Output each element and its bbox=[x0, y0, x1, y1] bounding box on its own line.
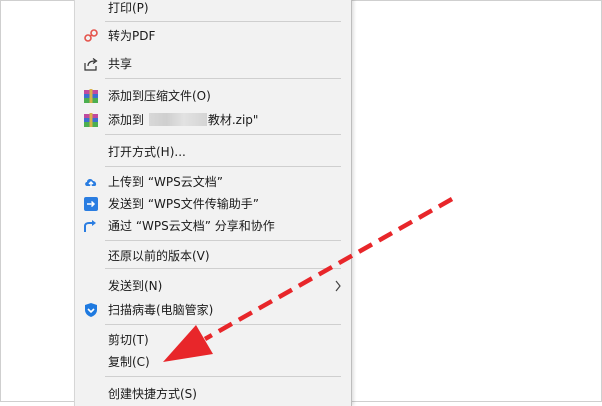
redacted-filename bbox=[148, 113, 207, 126]
menu-item-label: 打开方式(H)... bbox=[108, 145, 186, 159]
menu-item-label: 上传到 “WPS云文档” bbox=[108, 175, 223, 189]
menu-separator bbox=[105, 134, 341, 135]
menu-item-add-archive[interactable]: 添加到压缩文件(O) bbox=[75, 84, 351, 108]
menu-separator bbox=[105, 324, 341, 325]
menu-item-add-to-zip[interactable]: 添加到 教材.zip" bbox=[75, 108, 351, 132]
menu-separator bbox=[105, 166, 341, 167]
menu-separator bbox=[105, 240, 341, 241]
menu-item-label: 复制(C) bbox=[108, 355, 150, 369]
menu-item-label: 剪切(T) bbox=[108, 333, 149, 347]
menu-separator bbox=[105, 376, 341, 377]
shield-icon bbox=[85, 303, 97, 317]
chevron-right-icon bbox=[335, 280, 341, 292]
menu-separator bbox=[105, 78, 341, 79]
menu-item-label: 添加到 教材.zip" bbox=[108, 113, 259, 127]
menu-item-label: 创建快捷方式(S) bbox=[108, 387, 197, 401]
menu-item-send-wps-helper[interactable]: 发送到 “WPS文件传输助手” bbox=[75, 192, 351, 216]
menu-item-open-with[interactable]: 打开方式(H)... bbox=[75, 140, 351, 164]
menu-separator bbox=[105, 268, 341, 269]
menu-item-label: 添加到压缩文件(O) bbox=[108, 89, 211, 103]
menu-item-to-pdf[interactable]: 转为PDF bbox=[75, 24, 351, 48]
menu-item-label: 发送到 “WPS文件传输助手” bbox=[108, 197, 259, 211]
menu-item-label: 扫描病毒(电脑管家) bbox=[108, 303, 214, 317]
menu-item-label: 转为PDF bbox=[108, 29, 156, 43]
send-to-icon bbox=[84, 197, 98, 211]
menu-item-label: 发送到(N) bbox=[108, 279, 163, 293]
menu-item-print[interactable]: 打印(P) bbox=[75, 0, 351, 20]
menu-item-upload-wps[interactable]: 上传到 “WPS云文档” bbox=[75, 170, 351, 194]
archive-icon bbox=[84, 89, 98, 103]
menu-item-share[interactable]: 共享 bbox=[75, 52, 351, 76]
cloud-upload-icon bbox=[85, 179, 97, 188]
menu-item-scan-virus[interactable]: 扫描病毒(电脑管家) bbox=[75, 298, 351, 322]
menu-item-share-wps[interactable]: 通过 “WPS云文档” 分享和协作 bbox=[75, 214, 351, 238]
archive-icon bbox=[84, 113, 98, 127]
menu-item-label: 还原以前的版本(V) bbox=[108, 249, 210, 263]
pdf-convert-icon bbox=[84, 29, 98, 42]
share-collaborate-icon bbox=[84, 220, 96, 232]
menu-item-cut[interactable]: 剪切(T) bbox=[75, 328, 351, 352]
menu-item-label: 共享 bbox=[108, 57, 133, 71]
menu-separator bbox=[105, 21, 341, 22]
menu-item-send-to[interactable]: 发送到(N) bbox=[75, 274, 351, 298]
menu-item-label: 通过 “WPS云文档” 分享和协作 bbox=[108, 219, 275, 233]
share-icon bbox=[84, 58, 98, 71]
menu-item-create-shortcut[interactable]: 创建快捷方式(S) bbox=[75, 382, 351, 406]
menu-item-label: 打印(P) bbox=[108, 1, 149, 15]
context-menu: 打印(P) 转为PDF 共享 添加到压缩文件(O) 添加到 教材.zip" 打开… bbox=[74, 0, 352, 406]
menu-item-restore[interactable]: 还原以前的版本(V) bbox=[75, 244, 351, 268]
menu-item-copy[interactable]: 复制(C) bbox=[75, 350, 351, 374]
